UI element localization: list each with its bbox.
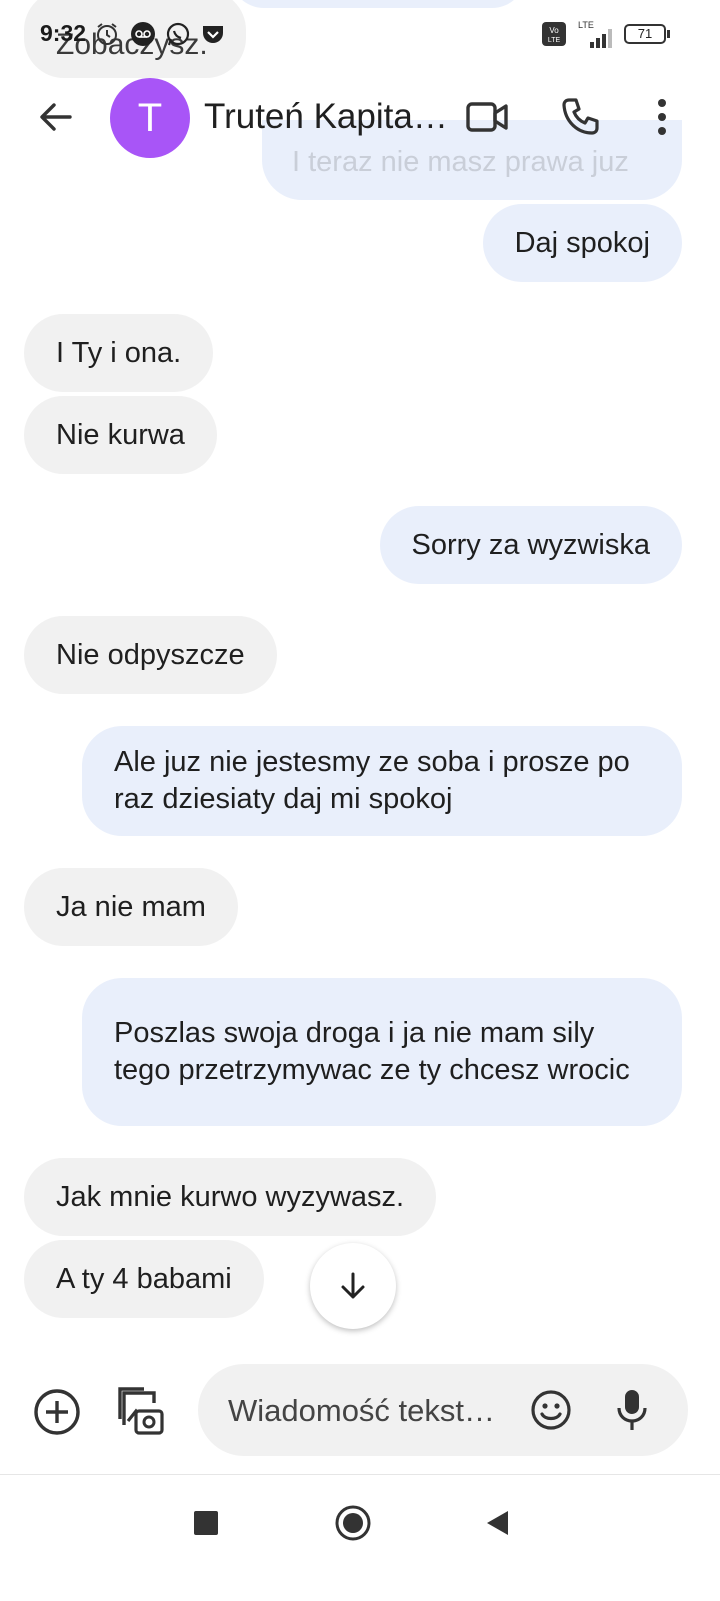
volte-icon: Vo LTE xyxy=(542,22,566,46)
message-compose-field[interactable] xyxy=(198,1364,688,1458)
message-bubble-outgoing[interactable]: Ale juz nie jestesmy ze soba i prosze po… xyxy=(82,726,682,836)
emoji-icon[interactable] xyxy=(530,1389,572,1431)
phone-call-icon[interactable] xyxy=(560,96,602,138)
add-attachment-icon[interactable] xyxy=(32,1387,82,1437)
gallery-camera-icon[interactable] xyxy=(114,1385,166,1437)
battery-icon: 71 xyxy=(624,24,666,44)
status-time: 9:32 xyxy=(40,20,87,46)
message-bubble-incoming[interactable]: I Ty i ona. xyxy=(24,314,214,392)
message-bubble-outgoing[interactable]: Daj spokoj xyxy=(482,204,682,282)
home-button[interactable] xyxy=(334,1504,372,1542)
message-input[interactable] xyxy=(226,1364,520,1458)
battery-tip xyxy=(667,30,670,38)
message-bubble-incoming[interactable]: Nie odpyszcze xyxy=(24,616,277,694)
contact-name[interactable]: Truteń Kapita… xyxy=(204,97,448,137)
message-bubble-outgoing[interactable]: Sorry za wyzwiska xyxy=(379,506,682,584)
svg-text:LTE: LTE xyxy=(548,37,561,44)
alarm-icon xyxy=(97,23,117,45)
recents-button[interactable] xyxy=(194,1511,218,1535)
system-navigation-bar xyxy=(0,1474,720,1601)
arrow-down-icon xyxy=(341,1272,365,1299)
battery-level: 71 xyxy=(637,26,653,41)
pocket-icon xyxy=(203,26,223,43)
message-bubble-incoming[interactable]: A ty 4 babami xyxy=(24,1240,264,1318)
message-bubble-incoming[interactable]: Jak mnie kurwo wyzywasz. xyxy=(24,1158,437,1236)
whatsapp-icon xyxy=(166,22,190,46)
video-call-icon[interactable] xyxy=(465,97,509,137)
signal-icon xyxy=(590,29,612,48)
scroll-to-bottom-button[interactable] xyxy=(310,1243,396,1329)
message-bubble-incoming[interactable]: Ja nie mam xyxy=(24,868,238,946)
voicemail-icon xyxy=(131,22,155,46)
svg-text:Vo: Vo xyxy=(549,26,559,35)
more-options-icon[interactable] xyxy=(652,96,672,140)
contact-avatar[interactable]: T xyxy=(110,78,190,158)
microphone-icon[interactable] xyxy=(616,1388,648,1432)
back-button[interactable] xyxy=(484,1509,510,1537)
message-bubble-outgoing[interactable]: Poszlas swoja droga i ja nie mam sily te… xyxy=(82,978,682,1126)
status-bar: 9:32 Vo LTE LTE 71 xyxy=(0,0,720,70)
back-arrow-icon[interactable] xyxy=(36,97,76,137)
message-bubble-incoming[interactable]: Nie kurwa xyxy=(24,396,217,474)
